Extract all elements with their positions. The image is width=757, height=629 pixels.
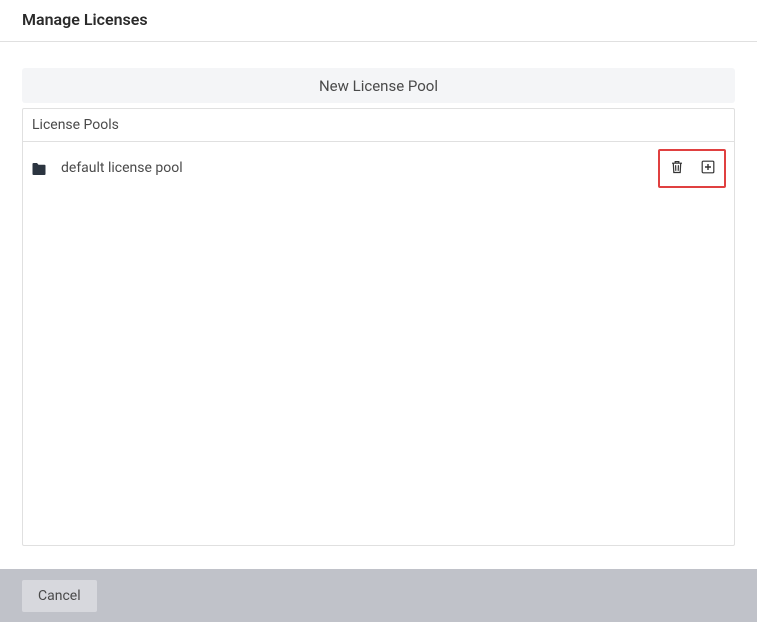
page-title: Manage Licenses (22, 10, 735, 29)
new-license-pool-button[interactable]: New License Pool (22, 68, 735, 103)
cancel-button[interactable]: Cancel (22, 580, 97, 612)
dialog-header: Manage Licenses (0, 0, 757, 42)
pool-name: default license pool (61, 160, 183, 176)
license-pool-row[interactable]: default license pool (29, 150, 728, 186)
cancel-label: Cancel (38, 588, 81, 604)
panel-body: default license pool (23, 142, 734, 545)
folder-icon (31, 161, 47, 175)
trash-icon (670, 160, 684, 177)
pool-info: default license pool (31, 160, 652, 176)
panel-title: License Pools (23, 109, 734, 142)
dialog-footer: Cancel (0, 569, 757, 622)
content-area: New License Pool License Pools default l… (0, 42, 757, 569)
license-pools-panel: License Pools default license pool (22, 108, 735, 546)
delete-pool-button[interactable] (669, 161, 684, 176)
add-license-button[interactable] (700, 161, 715, 176)
pool-actions-highlight (658, 149, 726, 188)
add-icon (701, 160, 715, 177)
new-license-pool-label: New License Pool (319, 77, 438, 95)
